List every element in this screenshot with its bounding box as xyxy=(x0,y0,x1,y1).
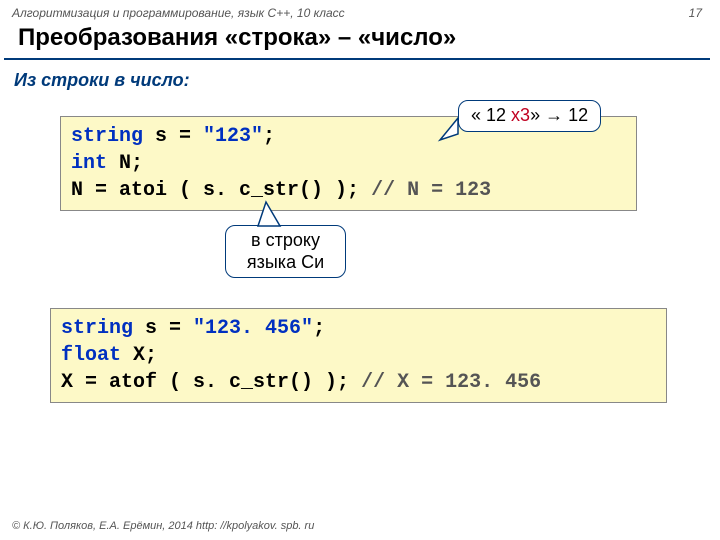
header-left: Алгоритмизация и программирование, язык … xyxy=(12,6,345,20)
code-line: int N; xyxy=(71,150,626,177)
header: Алгоритмизация и программирование, язык … xyxy=(0,0,720,22)
code-line: X = atof ( s. c_str() ); // X = 123. 456 xyxy=(61,369,656,396)
footer-copyright: © К.Ю. Поляков, Е.А. Ерёмин, 2014 http: … xyxy=(12,520,314,532)
section-subtitle: Из строки в число: xyxy=(0,60,720,97)
code-line: float X; xyxy=(61,342,656,369)
code-line: N = atoi ( s. c_str() ); // N = 123 xyxy=(71,177,626,204)
code-block-2: string s = "123. 456"; float X; X = atof… xyxy=(50,308,667,403)
callout-conversion-example: « 12 x3» → 12 xyxy=(458,100,601,132)
callout-pointer-icon xyxy=(258,202,288,228)
callout-pointer-icon xyxy=(440,118,460,148)
page-title: Преобразования «строка» – «число» xyxy=(4,22,710,60)
callout-cstr: в строку языка Си xyxy=(225,225,346,278)
page-number: 17 xyxy=(689,6,702,20)
code-line: string s = "123. 456"; xyxy=(61,315,656,342)
